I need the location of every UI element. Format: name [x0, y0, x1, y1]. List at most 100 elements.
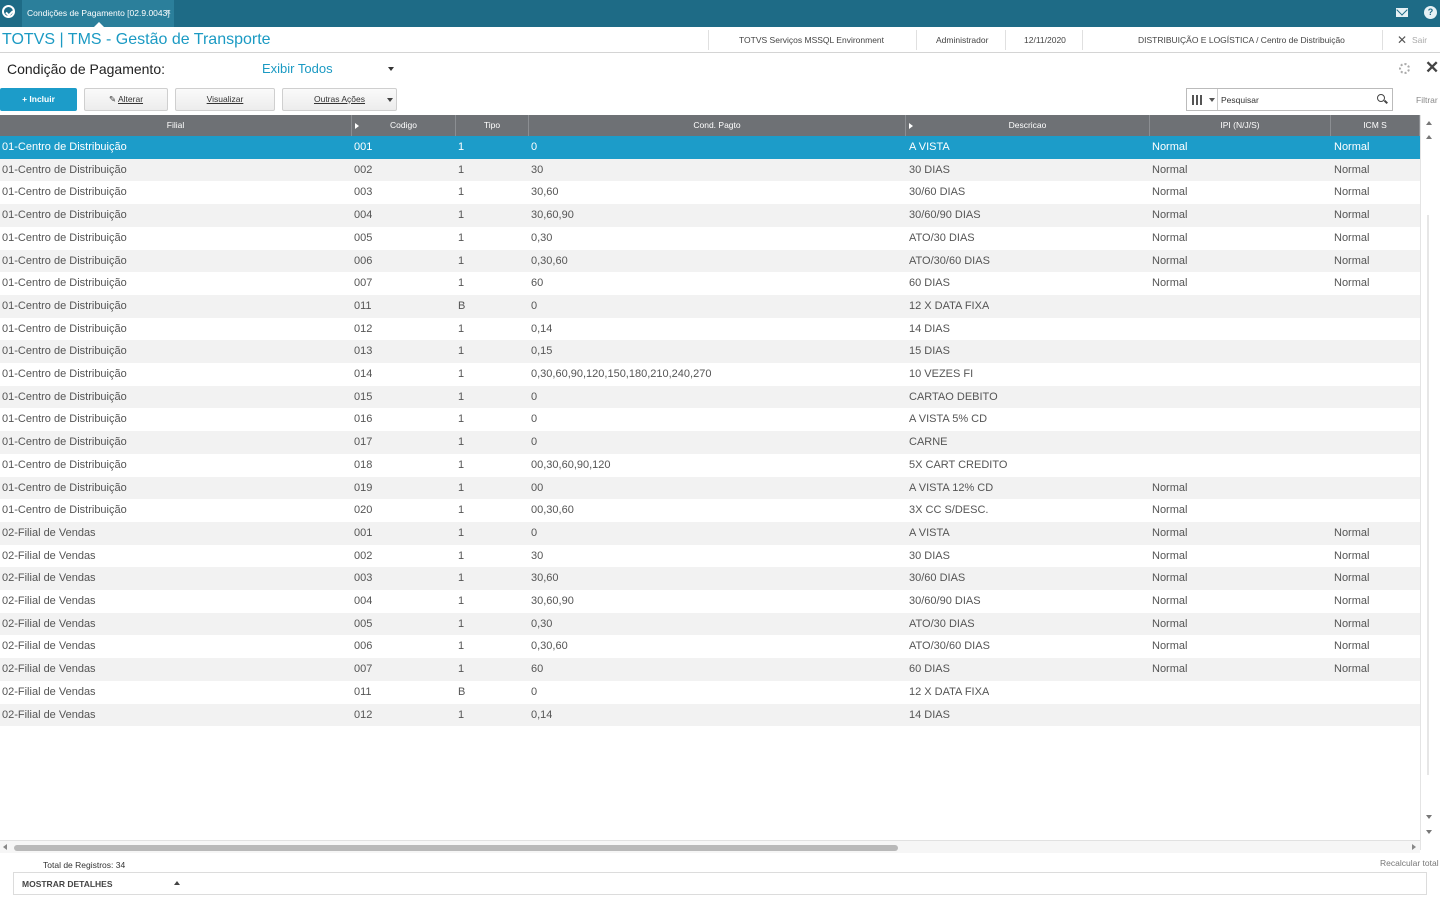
table-cell: 14 DIAS: [909, 708, 950, 721]
column-header[interactable]: Cond. Pagto: [529, 115, 906, 136]
chevron-down-icon: [387, 98, 393, 102]
table-cell: ATO/30/60 DIAS: [909, 254, 990, 267]
table-row[interactable]: 01-Centro de Distribuição 002 1 30 30 DIAS No…: [0, 158, 1420, 182]
table-cell: 3X CC S/DESC.: [909, 504, 989, 517]
table-cell: 007: [354, 663, 373, 676]
search-input[interactable]: [1221, 92, 1371, 107]
horizontal-scrollbar[interactable]: [0, 840, 1420, 853]
table-cell: 00: [531, 481, 544, 494]
scroll-down-icon[interactable]: [1426, 815, 1432, 819]
table-row[interactable]: 01-Centro de Distribuição 003 1 30,60 30/60 …: [0, 181, 1420, 205]
scroll-thumb[interactable]: [14, 845, 898, 851]
table-row[interactable]: 01-Centro de Distribuição 004 1 30,60,90 30/…: [0, 204, 1420, 227]
table-row[interactable]: 01-Centro de Distribuição 020 1 00,30,60 3X …: [0, 499, 1420, 522]
table-row[interactable]: 02-Filial de Vendas 005 1 0,30 ATO/30 DIAS No…: [0, 612, 1420, 636]
table-row[interactable]: 02-Filial de Vendas 006 1 0,30,60 ATO/30/60 …: [0, 635, 1420, 659]
table-cell: 1: [458, 595, 465, 607]
include-button[interactable]: + Incluir: [0, 88, 77, 111]
exit-link[interactable]: Sair: [1412, 35, 1427, 45]
column-header[interactable]: ICM S: [1331, 115, 1420, 136]
table-cell: 013: [354, 345, 373, 358]
table-cell: Normal: [1152, 526, 1188, 539]
table-row[interactable]: 01-Centro de Distribuição 015 1 0 CARTAO DEB…: [0, 385, 1420, 409]
branch-label[interactable]: DISTRIBUIÇÃO E LOGÍSTICA / Centro de Dis…: [1138, 35, 1345, 45]
table-cell: A VISTA 12% CD: [909, 481, 994, 494]
table-cell: 02-Filial de Vendas: [2, 685, 96, 698]
table-row[interactable]: 01-Centro de Distribuição 011 B 0 12 X DATA …: [0, 294, 1420, 318]
page-title: Condição de Pagamento:: [7, 61, 165, 77]
search-icon[interactable]: [1377, 94, 1385, 102]
table-row[interactable]: 01-Centro de Distribuição 007 1 60 60 DIAS No…: [0, 272, 1420, 295]
scroll-up-icon[interactable]: [1426, 135, 1432, 139]
table-row[interactable]: 02-Filial de Vendas 001 1 0 A VISTA Normal Nor…: [0, 521, 1420, 545]
app-title: TOTVS | TMS - Gestão de Transporte: [2, 31, 271, 48]
exit-icon[interactable]: ✕: [1397, 33, 1407, 47]
view-filter-select[interactable]: Exibir Todos: [262, 61, 398, 79]
table-row[interactable]: 01-Centro de Distribuição 018 1 00,30,60,90…: [0, 453, 1420, 477]
scroll-top-icon[interactable]: [1426, 121, 1432, 125]
help-icon[interactable]: ?: [1424, 6, 1437, 19]
table-row[interactable]: 02-Filial de Vendas 012 1 0,14 14 DIAS: [0, 703, 1420, 727]
table-row[interactable]: 01-Centro de Distribuição 006 1 0,30,60 ATO/…: [0, 249, 1420, 273]
table-cell: CARNE: [909, 436, 948, 449]
table-row[interactable]: 01-Centro de Distribuição 005 1 0,30 ATO/30 …: [0, 226, 1420, 250]
total-records: Total de Registros: 34: [43, 860, 126, 870]
table-cell: 004: [354, 595, 373, 607]
columns-icon: [1192, 95, 1202, 105]
sort-arrow-icon: [909, 123, 913, 129]
table-row[interactable]: 01-Centro de Distribuição 017 1 0 CARNE: [0, 431, 1420, 454]
table-row[interactable]: 01-Centro de Distribuição 016 1 0 A VISTA 5%…: [0, 408, 1420, 432]
column-header[interactable]: IPI (N/J/S): [1150, 115, 1331, 136]
table-cell: 30,60: [531, 186, 559, 199]
column-header[interactable]: Codigo: [352, 115, 456, 136]
divider: [916, 30, 917, 50]
table-cell: 0,30: [531, 231, 553, 244]
table-cell: 014: [354, 368, 373, 380]
table-row[interactable]: 02-Filial de Vendas 011 B 0 12 X DATA FIXA: [0, 680, 1420, 704]
tab-title: Condições de Pagamento [02.9.0043]: [27, 8, 170, 18]
top-bar: Condições de Pagamento [02.9.0043] × ?: [0, 0, 1440, 27]
mail-icon[interactable]: [1396, 8, 1408, 17]
view-button[interactable]: Visualizar: [175, 88, 275, 111]
totvs-logo-icon[interactable]: [2, 5, 15, 18]
tab-close-icon[interactable]: ×: [166, 7, 171, 17]
table-cell: Normal: [1152, 209, 1188, 222]
table-cell: 001: [354, 526, 373, 539]
table-row[interactable]: 01-Centro de Distribuição 001 1 0 A VISTA Nor…: [0, 136, 1420, 159]
column-selector-button[interactable]: [1187, 89, 1218, 110]
close-icon[interactable]: ✕: [1425, 58, 1439, 78]
table-cell: 30: [531, 549, 544, 562]
scroll-right-icon[interactable]: [1412, 844, 1416, 850]
table-cell: 1: [458, 141, 465, 153]
recalculate-total-link[interactable]: Recalcular total: [1380, 858, 1439, 868]
show-details-label: MOSTRAR DETALHES: [22, 879, 113, 889]
table-cell: Normal: [1152, 617, 1188, 630]
table-row[interactable]: 02-Filial de Vendas 003 1 30,60 30/60 DIAS No…: [0, 567, 1420, 590]
table-cell: 12 X DATA FIXA: [909, 685, 990, 698]
table-cell: Normal: [1334, 640, 1370, 653]
show-details-toggle[interactable]: MOSTRAR DETALHES: [13, 872, 1427, 895]
column-header[interactable]: Descricao: [906, 115, 1150, 136]
column-header[interactable]: Tipo: [456, 115, 529, 136]
table-row[interactable]: 02-Filial de Vendas 002 1 30 30 DIAS Normal No…: [0, 544, 1420, 568]
date-label: 12/11/2020: [1024, 35, 1066, 45]
table-row[interactable]: 02-Filial de Vendas 004 1 30,60,90 30/60/90 …: [0, 590, 1420, 613]
filter-link[interactable]: Filtrar: [1416, 95, 1438, 105]
table-cell: Normal: [1152, 141, 1188, 153]
scroll-bottom-icon[interactable]: [1426, 830, 1432, 834]
column-header[interactable]: Filial: [0, 115, 352, 136]
vertical-scrollbar[interactable]: [1420, 115, 1440, 850]
table-row[interactable]: 01-Centro de Distribuição 013 1 0,15 15 DIAS: [0, 340, 1420, 363]
gear-icon[interactable]: [1399, 63, 1410, 74]
scroll-track[interactable]: [1427, 215, 1429, 775]
tab-condicoes-pagamento[interactable]: Condições de Pagamento [02.9.0043] ×: [22, 0, 174, 27]
table-cell: 011: [354, 685, 372, 698]
table-row[interactable]: 01-Centro de Distribuição 019 1 00 A VISTA 1…: [0, 476, 1420, 500]
table-row[interactable]: 01-Centro de Distribuição 014 1 0,30,60,90,…: [0, 363, 1420, 386]
edit-button[interactable]: ✎ Alterar: [84, 88, 168, 111]
table-cell: 004: [354, 209, 373, 222]
table-row[interactable]: 01-Centro de Distribuição 012 1 0,14 14 DIAS: [0, 317, 1420, 341]
scroll-left-icon[interactable]: [3, 844, 7, 850]
table-row[interactable]: 02-Filial de Vendas 007 1 60 60 DIAS Normal No…: [0, 658, 1420, 681]
other-actions-button[interactable]: Outras Ações: [282, 88, 397, 111]
